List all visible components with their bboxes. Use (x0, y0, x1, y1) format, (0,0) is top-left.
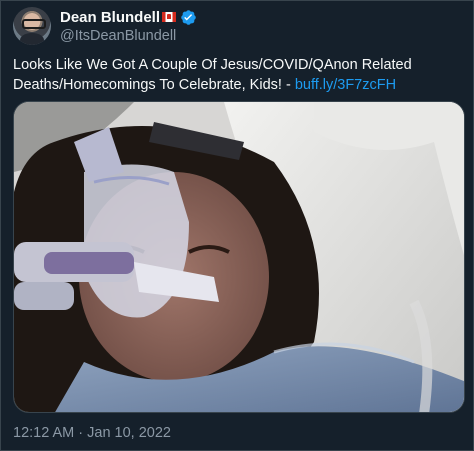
author-handle[interactable]: @ItsDeanBlundell (60, 27, 197, 45)
tweet-photo[interactable] (13, 101, 465, 413)
tweet-text-line-2: Deaths/Homecomings To Celebrate, Kids! -… (13, 75, 465, 95)
tweet-timestamp[interactable]: 12:12 AM · Jan 10, 2022 (13, 425, 171, 441)
author-display-name[interactable]: Dean Blundell (60, 9, 160, 26)
tweet-text-line-2-body: Deaths/Homecomings To Celebrate, Kids! - (13, 77, 295, 93)
verified-badge-icon (180, 9, 197, 26)
tweet-link[interactable]: buff.ly/3F7zcFH (295, 77, 396, 93)
name-row: Dean Blundell (60, 7, 197, 27)
tweet-text: Looks Like We Got A Couple Of Jesus/COVI… (13, 55, 465, 95)
avatar[interactable] (13, 7, 51, 45)
author-info: Dean Blundell @ItsDeanBlundell (60, 7, 197, 45)
tweet-text-line-1: Looks Like We Got A Couple Of Jesus/COVI… (13, 57, 412, 73)
tweet-card: Dean Blundell @ItsDeanBlundell Looks Lik… (0, 0, 474, 451)
photo-patient-with-oxygen-mask (14, 102, 464, 412)
tweet-header: Dean Blundell @ItsDeanBlundell (13, 6, 197, 46)
canada-flag-icon (162, 12, 177, 22)
